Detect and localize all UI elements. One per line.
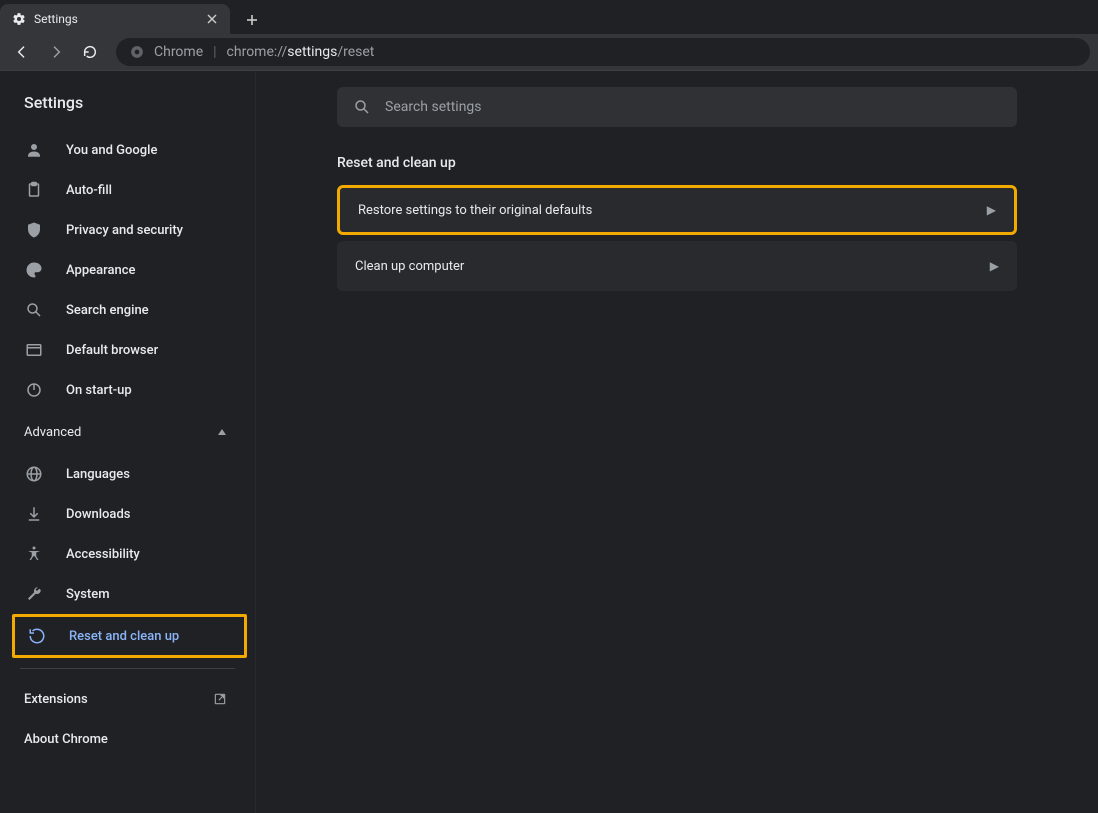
sidebar-item-search-engine[interactable]: Search engine bbox=[0, 290, 255, 330]
settings-heading: Settings bbox=[0, 79, 255, 130]
sidebar-item-accessibility[interactable]: Accessibility bbox=[0, 534, 255, 574]
sidebar-item-appearance[interactable]: Appearance bbox=[0, 250, 255, 290]
restore-icon bbox=[27, 626, 47, 646]
sidebar-item-you-and-google[interactable]: You and Google bbox=[0, 130, 255, 170]
omnibox-label: Chrome bbox=[154, 44, 203, 60]
sidebar-item-label: Reset and clean up bbox=[69, 629, 179, 644]
tab-title: Settings bbox=[34, 12, 196, 26]
omnibox-separator: | bbox=[213, 44, 216, 60]
section-title: Reset and clean up bbox=[337, 155, 1017, 171]
search-icon bbox=[24, 300, 44, 320]
sidebar-item-default-browser[interactable]: Default browser bbox=[0, 330, 255, 370]
address-bar[interactable]: Chrome | chrome://settings/reset bbox=[116, 38, 1090, 66]
search-placeholder: Search settings bbox=[385, 99, 482, 115]
omnibox-url: chrome://settings/reset bbox=[227, 44, 375, 60]
sidebar-item-label: On start-up bbox=[66, 383, 132, 398]
settings-gear-icon bbox=[12, 12, 26, 26]
power-icon bbox=[24, 380, 44, 400]
new-tab-button[interactable] bbox=[238, 6, 266, 34]
external-link-icon bbox=[213, 692, 227, 706]
chevron-right-icon: ▶ bbox=[987, 203, 996, 217]
forward-button[interactable] bbox=[42, 38, 70, 66]
browser-window-icon bbox=[24, 340, 44, 360]
card-label: Clean up computer bbox=[355, 259, 464, 274]
sidebar-item-label: You and Google bbox=[66, 143, 157, 158]
sidebar-item-label: System bbox=[66, 587, 110, 602]
card-clean-up-computer[interactable]: Clean up computer ▶ bbox=[337, 241, 1017, 291]
browser-tab[interactable]: Settings bbox=[0, 4, 230, 34]
advanced-label: Advanced bbox=[24, 425, 81, 440]
search-icon bbox=[353, 98, 371, 116]
sidebar-item-about[interactable]: About Chrome bbox=[0, 719, 255, 759]
sidebar-item-on-startup[interactable]: On start-up bbox=[0, 370, 255, 410]
chevron-right-icon: ▶ bbox=[990, 259, 999, 273]
sidebar-item-system[interactable]: System bbox=[0, 574, 255, 614]
palette-icon bbox=[24, 260, 44, 280]
back-button[interactable] bbox=[8, 38, 36, 66]
sidebar-item-label: Auto-fill bbox=[66, 183, 112, 198]
card-label: Restore settings to their original defau… bbox=[358, 203, 592, 218]
accessibility-icon bbox=[24, 544, 44, 564]
download-icon bbox=[24, 504, 44, 524]
wrench-icon bbox=[24, 584, 44, 604]
sidebar-item-label: Search engine bbox=[66, 303, 149, 318]
sidebar-item-privacy[interactable]: Privacy and security bbox=[0, 210, 255, 250]
settings-main: Search settings Reset and clean up Resto… bbox=[256, 71, 1098, 813]
sidebar-advanced-toggle[interactable]: Advanced bbox=[0, 410, 255, 454]
sidebar-item-label: Privacy and security bbox=[66, 223, 183, 238]
browser-toolbar: Chrome | chrome://settings/reset bbox=[0, 34, 1098, 70]
sidebar-item-extensions[interactable]: Extensions bbox=[0, 679, 255, 719]
settings-content: Settings You and Google Auto-fill Privac… bbox=[0, 70, 1098, 813]
sidebar-item-label: Default browser bbox=[66, 343, 158, 358]
clipboard-icon bbox=[24, 180, 44, 200]
sidebar-item-label: Accessibility bbox=[66, 547, 140, 562]
chevron-up-icon bbox=[217, 427, 227, 437]
shield-icon bbox=[24, 220, 44, 240]
sidebar-item-label: Languages bbox=[66, 467, 130, 482]
sidebar-divider bbox=[20, 668, 235, 669]
sidebar-item-languages[interactable]: Languages bbox=[0, 454, 255, 494]
close-tab-icon[interactable] bbox=[204, 11, 220, 27]
reload-button[interactable] bbox=[76, 38, 104, 66]
extensions-label: Extensions bbox=[24, 692, 88, 707]
about-label: About Chrome bbox=[24, 732, 108, 747]
settings-sidebar: Settings You and Google Auto-fill Privac… bbox=[0, 71, 256, 813]
card-restore-defaults[interactable]: Restore settings to their original defau… bbox=[337, 185, 1017, 235]
sidebar-item-reset-cleanup[interactable]: Reset and clean up bbox=[12, 614, 247, 658]
sidebar-item-downloads[interactable]: Downloads bbox=[0, 494, 255, 534]
settings-search-input[interactable]: Search settings bbox=[337, 87, 1017, 127]
sidebar-item-autofill[interactable]: Auto-fill bbox=[0, 170, 255, 210]
globe-icon bbox=[24, 464, 44, 484]
tab-strip: Settings bbox=[0, 0, 1098, 34]
sidebar-item-label: Appearance bbox=[66, 263, 135, 278]
person-icon bbox=[24, 140, 44, 160]
chrome-logo-icon bbox=[130, 45, 144, 59]
sidebar-item-label: Downloads bbox=[66, 507, 130, 522]
